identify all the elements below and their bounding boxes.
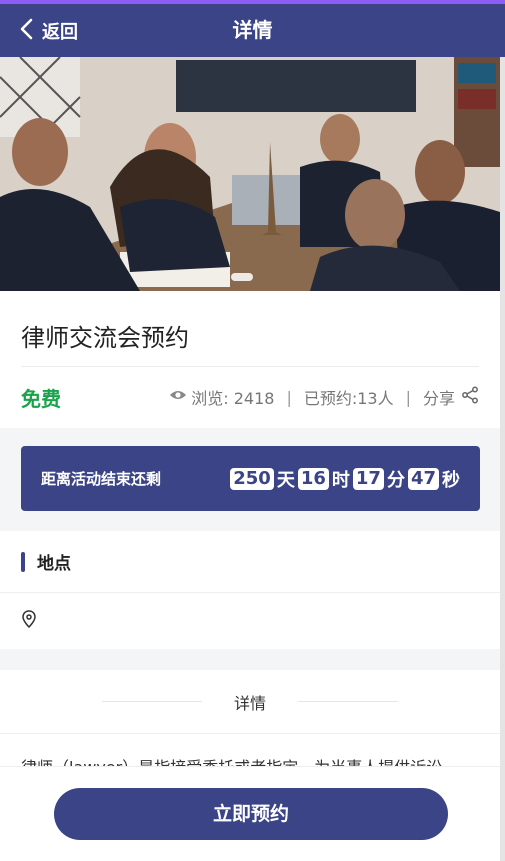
detail-header: 详情: [0, 670, 500, 734]
share-label: 分享: [422, 389, 455, 408]
nav-bar: 返回 详情: [0, 4, 505, 57]
divider-line: [298, 701, 398, 702]
back-button[interactable]: 返回: [18, 4, 78, 57]
event-title: 律师交流会预约: [21, 291, 479, 367]
meta-row: 免费 浏览: 2418 | 已预约:13人 | 分享: [21, 367, 479, 427]
countdown-minutes: 17: [352, 467, 384, 490]
views-text: 浏览: 2418: [191, 389, 275, 408]
location-row[interactable]: [0, 593, 500, 649]
share-button[interactable]: 分享: [423, 385, 479, 409]
seconds-unit: 秒: [442, 469, 460, 491]
countdown-days: 250: [230, 467, 274, 490]
minutes-unit: 分: [386, 469, 405, 491]
location-pin-icon: [21, 610, 37, 632]
countdown-timer: 250 天 16 时 17 分 47 秒: [230, 466, 460, 492]
days-unit: 天: [276, 469, 295, 491]
book-now-button[interactable]: 立即预约: [54, 788, 448, 840]
countdown-hours: 16: [297, 467, 329, 490]
chevron-left-icon: [18, 18, 36, 44]
countdown-section: 距离活动结束还剩 250 天 16 时 17 分 47 秒: [0, 428, 500, 531]
eye-icon: [169, 386, 187, 408]
divider-line: [101, 701, 202, 702]
divider: |: [405, 387, 411, 407]
views-count: 浏览: 2418: [169, 385, 274, 409]
location-section: 地点: [0, 531, 500, 649]
detail-title: 详情: [233, 693, 266, 713]
countdown-banner: 距离活动结束还剩 250 天 16 时 17 分 47 秒: [21, 446, 480, 511]
scrollbar[interactable]: [500, 57, 505, 861]
countdown-label: 距离活动结束还剩: [41, 470, 162, 488]
location-header: 地点: [0, 531, 500, 593]
meeting-photo: [0, 57, 500, 291]
share-icon: [461, 386, 479, 408]
bottom-action-bar: 立即预约: [0, 766, 500, 861]
back-label: 返回: [42, 21, 78, 43]
section-gap: [0, 649, 500, 670]
event-info-card: 律师交流会预约 免费 浏览: 2418 | 已预约:13人 | 分享: [0, 291, 500, 428]
carousel-indicator: [231, 273, 253, 281]
booked-count: 已预约:13人: [303, 389, 394, 408]
hours-unit: 时: [331, 469, 350, 491]
divider: |: [286, 387, 292, 407]
hero-photo[interactable]: [0, 57, 500, 291]
price-label: 免费: [21, 386, 61, 411]
countdown-seconds: 47: [407, 467, 439, 490]
location-title: 地点: [37, 554, 71, 574]
section-accent-bar: [21, 551, 25, 572]
